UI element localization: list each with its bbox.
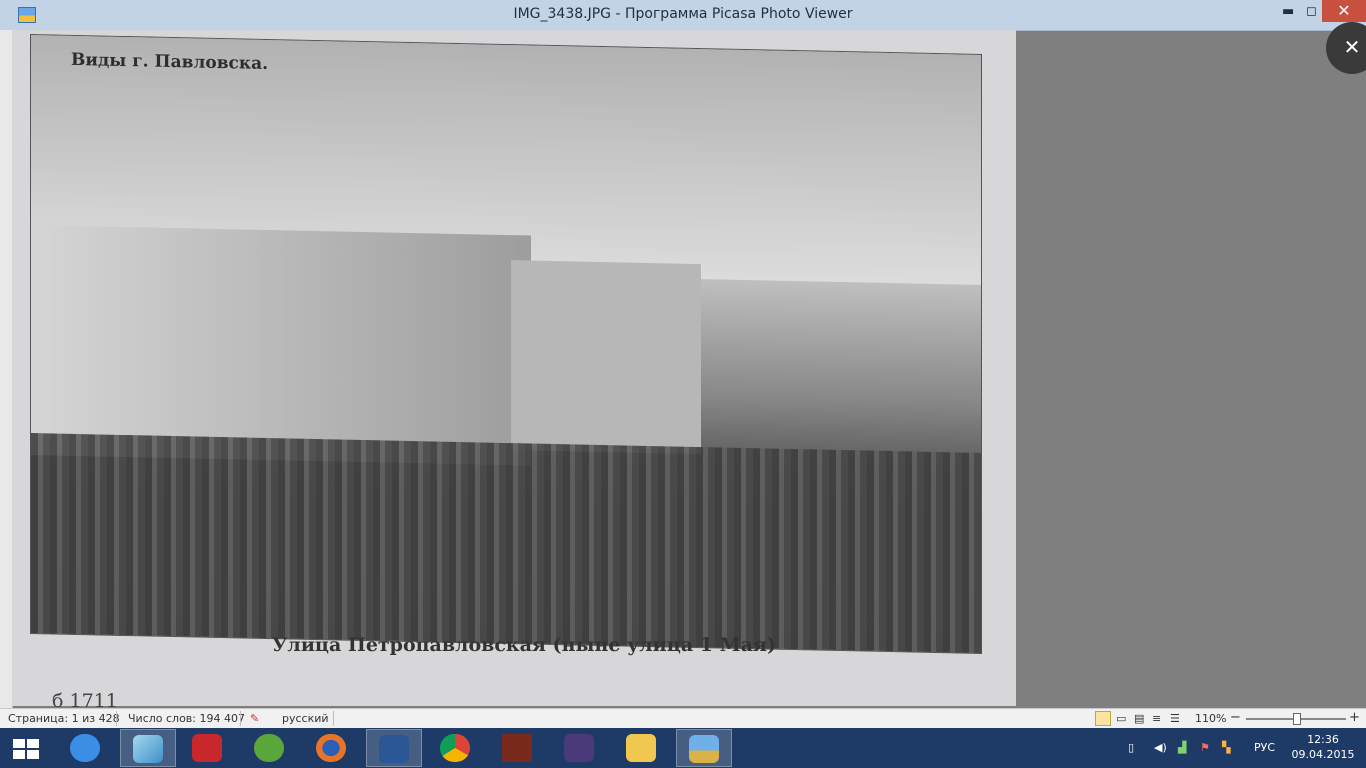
separator: [240, 711, 241, 726]
taskbar-picasa[interactable]: [120, 729, 176, 767]
photo-caption: Улица Петропавловская (ныне улица 1 Мая): [272, 634, 776, 656]
internet-explorer-icon: [70, 734, 100, 762]
taskbar-photo-viewer[interactable]: [676, 729, 732, 767]
outline-view-icon[interactable]: ≡: [1152, 712, 1161, 725]
input-language[interactable]: РУС: [1254, 741, 1275, 754]
clock-time: 12:36: [1307, 733, 1339, 746]
firefox-icon: [316, 734, 346, 762]
file-explorer-icon: [626, 734, 656, 762]
historic-street-photo: Виды г. Павловска.: [30, 34, 982, 654]
taskbar-firefox[interactable]: [304, 729, 360, 767]
taskbar-acrobat[interactable]: [180, 729, 236, 767]
taskbar-file-explorer[interactable]: [614, 729, 670, 767]
close-button[interactable]: ✕: [1322, 0, 1366, 22]
volume-icon[interactable]: ◀): [1154, 741, 1167, 754]
title-bar: IMG_3438.JPG - Программа Picasa Photo Vi…: [0, 0, 1366, 31]
zoom-in-button[interactable]: +: [1349, 710, 1360, 725]
taskbar-utorrent[interactable]: [242, 729, 298, 767]
taskbar-quake[interactable]: [490, 729, 546, 767]
photo-street: [31, 433, 981, 653]
windows-logo-icon: [13, 739, 25, 748]
tray-device-icon[interactable]: ▯: [1128, 741, 1134, 754]
status-bar: Страница: 1 из 428 Число слов: 194 407 ✎…: [0, 708, 1366, 729]
window-title: IMG_3438.JPG - Программа Picasa Photo Vi…: [513, 6, 853, 22]
photo-building-middle: [511, 260, 701, 455]
zoom-percent[interactable]: 110%: [1195, 712, 1226, 725]
photo-viewer-icon: [689, 735, 719, 763]
web-layout-icon[interactable]: ▤: [1134, 712, 1144, 725]
taskbar-internet-explorer[interactable]: [58, 729, 114, 767]
quake-icon: [502, 734, 532, 762]
network-icon[interactable]: ▟: [1178, 741, 1186, 754]
taskbar-chrome[interactable]: [428, 729, 484, 767]
acrobat-icon: [192, 734, 222, 762]
word-count[interactable]: Число слов: 194 407: [128, 712, 245, 725]
tray-app-icon[interactable]: ▚: [1222, 741, 1230, 754]
utorrent-icon: [254, 734, 284, 762]
word-icon: [379, 735, 409, 763]
zoom-out-button[interactable]: −: [1230, 710, 1241, 725]
maximize-button[interactable]: ◻: [1306, 4, 1317, 19]
photo-header-text: Виды г. Павловска.: [71, 49, 269, 75]
chrome-icon: [440, 734, 470, 762]
print-layout-icon[interactable]: [1095, 711, 1111, 726]
taskbar-game[interactable]: [552, 729, 608, 767]
document-page: Виды г. Павловска. Улица Петропавловская…: [12, 30, 1016, 712]
game-shield-icon: [564, 734, 594, 762]
tray-alert-icon[interactable]: ⚑: [1200, 741, 1210, 754]
language-indicator[interactable]: русский: [282, 712, 329, 725]
separator: [333, 711, 334, 726]
taskbar-word[interactable]: [366, 729, 422, 767]
taskbar: ▯ ◀) ▟ ⚑ ▚ РУС 12:36 09.04.2015: [0, 728, 1366, 768]
picasa-icon: [133, 735, 163, 763]
system-clock[interactable]: 12:36 09.04.2015: [1290, 732, 1356, 762]
start-button[interactable]: [0, 729, 56, 767]
spellcheck-icon[interactable]: ✎: [250, 712, 259, 725]
zoom-slider-thumb[interactable]: [1293, 713, 1302, 725]
viewer-close-button[interactable]: ✕: [1326, 22, 1366, 74]
draft-view-icon[interactable]: ☰: [1170, 712, 1180, 725]
read-mode-icon[interactable]: ▭: [1116, 712, 1126, 725]
photo-building-left: [31, 225, 531, 466]
separator: [116, 711, 117, 726]
page-counter[interactable]: Страница: 1 из 428: [8, 712, 120, 725]
minimize-button[interactable]: ▬: [1282, 4, 1294, 19]
clock-date: 09.04.2015: [1291, 748, 1355, 761]
